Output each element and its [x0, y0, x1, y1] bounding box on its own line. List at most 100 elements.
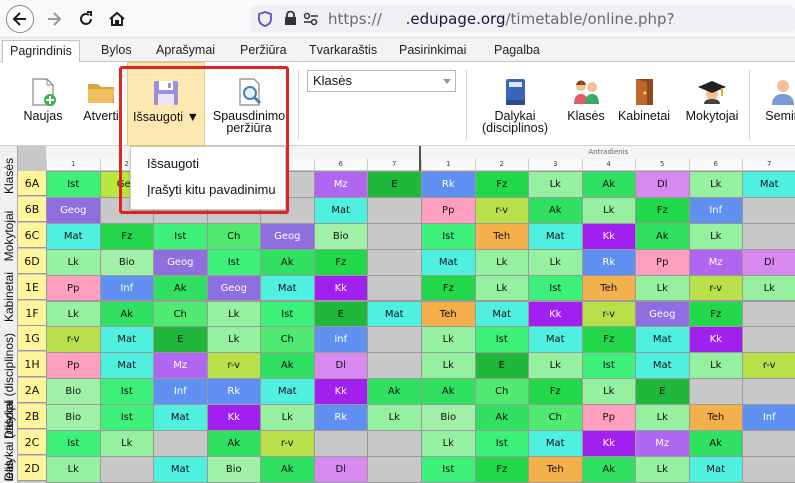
lesson-cell[interactable]: Fz: [635, 196, 690, 224]
lesson-cell[interactable]: [688, 378, 743, 406]
lesson-cell[interactable]: Mat: [528, 326, 583, 354]
lesson-cell[interactable]: Ch: [206, 222, 261, 250]
lesson-cell[interactable]: Ak: [688, 430, 743, 457]
lesson-cell[interactable]: [153, 430, 208, 457]
lesson-cell[interactable]: Lk: [46, 248, 101, 276]
lesson-cell[interactable]: Mat: [474, 300, 529, 328]
lesson-cell[interactable]: Mat: [99, 352, 154, 380]
lesson-cell[interactable]: Geog: [153, 248, 208, 276]
class-row-header[interactable]: 6B: [18, 196, 46, 222]
lesson-cell[interactable]: Ist: [46, 171, 101, 198]
lesson-cell[interactable]: Inf: [313, 326, 368, 354]
lesson-cell[interactable]: Ist: [206, 248, 261, 276]
lesson-cell[interactable]: [367, 248, 422, 276]
lesson-cell[interactable]: Lk: [99, 430, 154, 457]
lesson-cell[interactable]: [742, 378, 795, 406]
lesson-cell[interactable]: Lk: [581, 378, 636, 406]
lesson-cell[interactable]: Lk: [46, 300, 101, 328]
lesson-cell[interactable]: Lk: [528, 248, 583, 276]
lesson-cell[interactable]: Lk: [421, 352, 476, 380]
lesson-cell[interactable]: Lk: [742, 274, 795, 302]
class-row-header[interactable]: 6C: [18, 222, 46, 248]
lesson-cell[interactable]: [742, 222, 795, 250]
menu-item-save-as[interactable]: Įrašyti kitu pavadinimu: [147, 182, 276, 197]
side-tab-extra[interactable]: ielis: [0, 456, 17, 483]
class-row-header[interactable]: 1G: [18, 326, 46, 352]
lesson-cell[interactable]: Mat: [153, 455, 208, 483]
lesson-cell[interactable]: [742, 196, 795, 224]
lesson-cell[interactable]: Fz: [421, 274, 476, 302]
lesson-cell[interactable]: Lk: [528, 171, 583, 198]
lesson-cell[interactable]: Dl: [313, 455, 368, 483]
lesson-cell[interactable]: Bio: [99, 248, 154, 276]
lesson-cell[interactable]: Pp: [581, 404, 636, 431]
lesson-cell[interactable]: Mat: [742, 171, 795, 198]
class-row-header[interactable]: 2D: [18, 455, 46, 481]
lesson-cell[interactable]: Fz: [688, 300, 743, 328]
lesson-cell[interactable]: Lk: [635, 404, 690, 431]
lesson-cell[interactable]: [742, 326, 795, 354]
tab-bylos[interactable]: Bylos: [101, 41, 132, 62]
lesson-cell[interactable]: Geog: [635, 300, 690, 328]
lesson-cell[interactable]: Lk: [367, 404, 422, 431]
lesson-cell[interactable]: Ak: [635, 222, 690, 250]
lesson-cell[interactable]: Lk: [206, 300, 261, 328]
lesson-cell[interactable]: Ak: [260, 352, 315, 380]
lesson-cell[interactable]: Fz: [474, 171, 529, 198]
lesson-cell[interactable]: Fz: [474, 455, 529, 483]
back-button[interactable]: [6, 5, 34, 33]
lesson-cell[interactable]: Kk: [313, 378, 368, 406]
lesson-cell[interactable]: Mat: [528, 430, 583, 457]
side-tab-rooms[interactable]: Kabinetai: [0, 266, 17, 328]
lesson-cell[interactable]: Kk: [313, 274, 368, 302]
lesson-cell[interactable]: Fz: [99, 222, 154, 250]
lesson-cell[interactable]: Ist: [99, 404, 154, 431]
lesson-cell[interactable]: Rk: [206, 378, 261, 406]
lesson-cell[interactable]: Mat: [260, 378, 315, 406]
class-row-header[interactable]: 6D: [18, 248, 46, 274]
lesson-cell[interactable]: Ch: [260, 326, 315, 354]
lesson-cell[interactable]: Bio: [206, 455, 261, 483]
lesson-cell[interactable]: Mat: [528, 222, 583, 250]
lesson-cell[interactable]: Ist: [581, 352, 636, 380]
lesson-cell[interactable]: Ak: [581, 455, 636, 483]
lesson-cell[interactable]: r-v: [474, 196, 529, 224]
lesson-cell[interactable]: Ist: [46, 430, 101, 457]
side-tab-classes[interactable]: Klasės: [0, 146, 17, 206]
tab-pagrindinis[interactable]: Pagrindinis: [2, 40, 80, 63]
lesson-cell[interactable]: Lk: [635, 455, 690, 483]
lesson-cell[interactable]: E: [367, 171, 422, 198]
lesson-cell[interactable]: Ist: [474, 430, 529, 457]
lesson-cell[interactable]: Mz: [153, 352, 208, 380]
lesson-cell[interactable]: Lk: [688, 352, 743, 380]
lesson-cell[interactable]: Fz: [581, 326, 636, 354]
lesson-cell[interactable]: Bio: [313, 222, 368, 250]
menu-item-save[interactable]: Išsaugoti: [147, 156, 199, 171]
lesson-cell[interactable]: E: [153, 326, 208, 354]
class-row-header[interactable]: 2A: [18, 378, 46, 404]
lesson-cell[interactable]: [367, 352, 422, 380]
lesson-cell[interactable]: Mat: [367, 300, 422, 328]
classes-button[interactable]: Klasės: [562, 62, 610, 146]
lesson-cell[interactable]: Fz: [313, 248, 368, 276]
lesson-cell[interactable]: Kk: [581, 430, 636, 457]
lesson-cell[interactable]: [367, 326, 422, 354]
lesson-cell[interactable]: Dl: [635, 171, 690, 198]
lesson-cell[interactable]: Rk: [421, 171, 476, 198]
lesson-cell[interactable]: Ch: [153, 300, 208, 328]
lesson-cell[interactable]: Ist: [99, 378, 154, 406]
lesson-cell[interactable]: [367, 274, 422, 302]
lesson-cell[interactable]: Kk: [206, 404, 261, 431]
lesson-cell[interactable]: [742, 300, 795, 328]
lesson-cell[interactable]: Ak: [581, 171, 636, 198]
lesson-cell[interactable]: Teh: [474, 222, 529, 250]
lesson-cell[interactable]: Ist: [153, 222, 208, 250]
lesson-cell[interactable]: Lk: [474, 248, 529, 276]
lesson-cell[interactable]: Ak: [206, 430, 261, 457]
lesson-cell[interactable]: Mat: [421, 248, 476, 276]
seminar-button[interactable]: Semin: [758, 62, 795, 146]
lesson-cell[interactable]: [367, 430, 422, 457]
lesson-cell[interactable]: Ist: [421, 222, 476, 250]
lesson-cell[interactable]: Bio: [46, 378, 101, 406]
lesson-cell[interactable]: Lk: [635, 274, 690, 302]
